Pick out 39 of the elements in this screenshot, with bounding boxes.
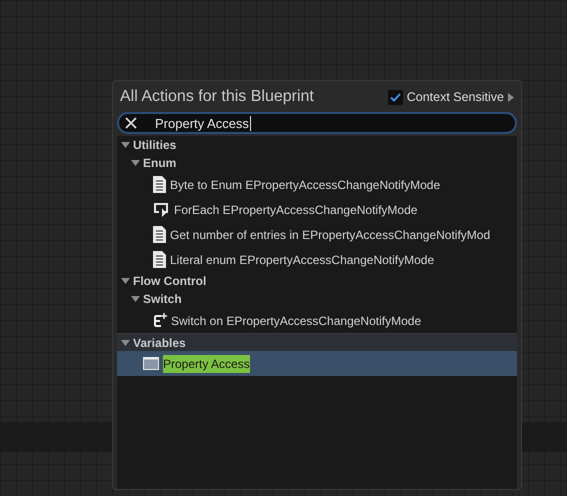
action-label: Literal enum EPropertyAccessChangeNotifyMode	[170, 252, 434, 268]
context-sensitive-label: Context Sensitive	[406, 88, 504, 106]
action-item[interactable]: Literal enum EPropertyAccessChangeNotifyMode	[117, 247, 517, 272]
action-item[interactable]: Get number of entries in EPropertyAccessChangeNotifyMod	[117, 222, 517, 247]
category-label: Switch	[143, 291, 182, 308]
category-row[interactable]: Utilities	[117, 136, 517, 154]
category-label: Variables	[133, 334, 186, 352]
document-icon	[153, 176, 166, 193]
menu-title: All Actions for this Blueprint	[120, 87, 314, 107]
category-row[interactable]: Switch	[117, 290, 517, 308]
category-row[interactable]: Flow Control	[117, 272, 517, 290]
search-field[interactable]: Property Access	[117, 112, 517, 134]
expanded-arrow-icon	[131, 160, 140, 166]
action-item[interactable]: ForEach EPropertyAccessChangeNotifyMode	[117, 197, 517, 222]
expanded-arrow-icon	[121, 142, 130, 148]
action-label: ForEach EPropertyAccessChangeNotifyMode	[174, 202, 418, 218]
action-label: Property Access	[163, 354, 250, 372]
switch-icon	[153, 313, 167, 328]
category-label: Utilities	[133, 137, 176, 154]
action-label: Byte to Enum EPropertyAccessChangeNotifyMode	[170, 176, 440, 194]
variable-icon	[143, 357, 159, 370]
context-sensitive-checkbox[interactable]	[388, 90, 403, 104]
action-item[interactable]: Byte to Enum EPropertyAccessChangeNotifyMode	[117, 172, 517, 197]
action-label: Get number of entries in EPropertyAccessChangeNotifyMod	[170, 226, 490, 244]
loop-arrow-icon	[153, 202, 170, 217]
expanded-arrow-icon	[121, 278, 130, 284]
category-row[interactable]: Enum	[117, 154, 517, 172]
action-label: Switch on EPropertyAccessChangeNotifyMode	[171, 312, 422, 330]
document-icon	[153, 226, 166, 243]
expand-arrow-icon[interactable]	[508, 92, 514, 102]
action-item[interactable]: Property Access	[117, 351, 517, 376]
expanded-arrow-icon	[131, 296, 140, 302]
clear-icon[interactable]	[125, 117, 137, 129]
document-icon	[153, 251, 166, 268]
action-item[interactable]: Switch on EPropertyAccessChangeNotifyMode	[117, 308, 517, 333]
category-label: Enum	[143, 155, 176, 172]
expanded-arrow-icon	[121, 340, 130, 346]
category-row[interactable]: Variables	[117, 333, 517, 351]
category-label: Flow Control	[133, 273, 206, 290]
